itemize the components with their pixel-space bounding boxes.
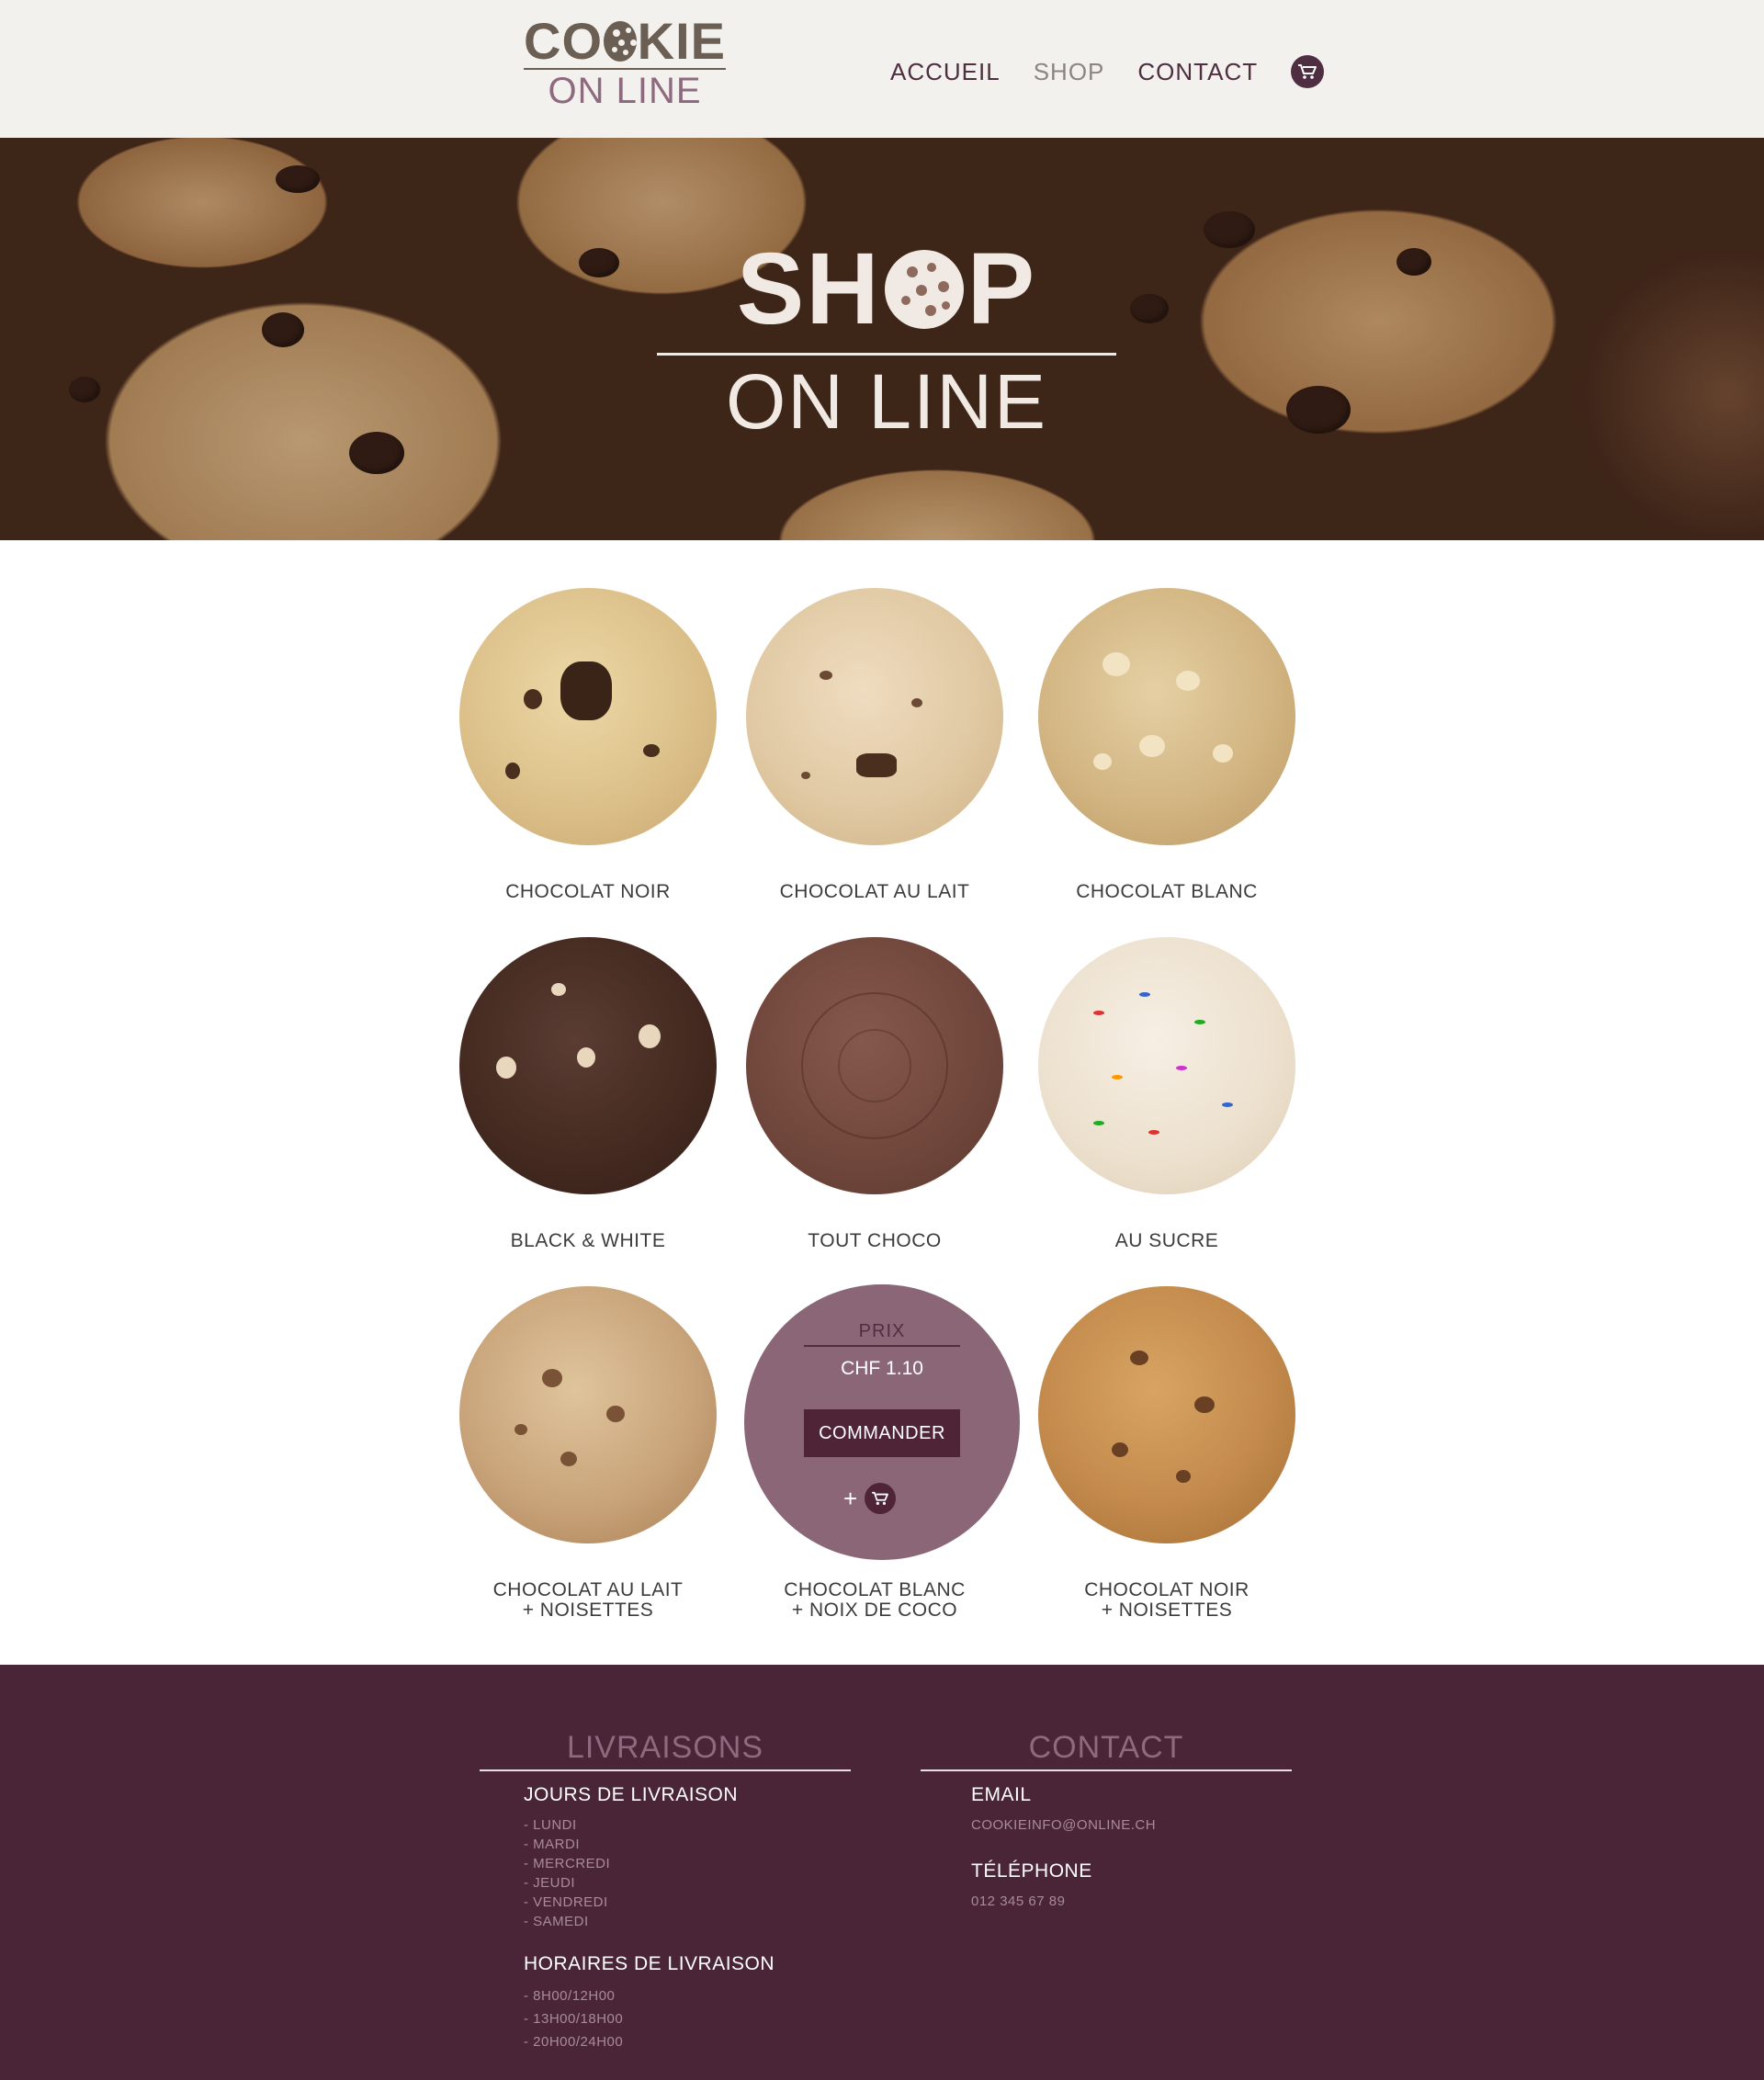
email-link[interactable]: COOKIEINFO@ONLINE.CH xyxy=(971,1817,1292,1833)
chocolate-chip xyxy=(69,377,100,402)
product-card[interactable]: CHOCOLAT AU LAIT + NOISETTES xyxy=(436,1268,740,1621)
price-overlay: PRIX CHF 1.10 COMMANDER + xyxy=(744,1284,1020,1560)
list-item: - MERCREDI xyxy=(524,1856,611,1871)
delivery-hours-list: - 8H00/12H00 - 13H00/18H00 - 20H00/24H00 xyxy=(524,1984,851,2053)
product-card[interactable]: TOUT CHOCO xyxy=(723,919,1026,1268)
product-name: CHOCOLAT NOIR + NOISETTES xyxy=(1015,1580,1318,1621)
footer-divider xyxy=(480,1769,851,1771)
product-card[interactable]: BLACK & WHITE xyxy=(436,919,740,1268)
list-item: - 20H00/24H00 xyxy=(524,2034,624,2050)
product-name: CHOCOLAT BLANC + NOIX DE COCO xyxy=(723,1580,1026,1621)
price-value: CHF 1.10 xyxy=(841,1358,923,1379)
logo-text-left: CO xyxy=(524,12,603,70)
order-button[interactable]: COMMANDER xyxy=(804,1409,960,1457)
hero-subtitle: ON LINE xyxy=(725,358,1048,445)
chocolate-chip xyxy=(262,312,304,347)
product-image-cookie[interactable] xyxy=(1038,1286,1295,1543)
product-card[interactable]: CHOCOLAT NOIR + NOISETTES xyxy=(1015,1268,1318,1621)
product-name-main: CHOCOLAT BLANC xyxy=(1076,881,1258,902)
product-card[interactable]: CHOCOLAT NOIR xyxy=(436,570,740,919)
logo-wordmark: CO KIE xyxy=(524,12,726,70)
list-item: - JEUDI xyxy=(524,1875,575,1891)
hero-shop-word: SH P xyxy=(657,239,1116,340)
footer-livraisons: LIVRAISONS JOURS DE LIVRAISON - LUNDI - … xyxy=(480,1665,851,2053)
footer-livraisons-title: LIVRAISONS xyxy=(566,1730,764,1765)
site-logo[interactable]: CO KIE ON LINE xyxy=(524,12,726,112)
email-heading: EMAIL xyxy=(971,1784,1032,1805)
chocolate-chip xyxy=(1130,294,1169,323)
nav-contact[interactable]: CONTACT xyxy=(1137,58,1258,86)
product-name: CHOCOLAT NOIR xyxy=(436,882,740,902)
delivery-days-heading: JOURS DE LIVRAISON xyxy=(524,1784,739,1805)
delivery-days-list: - LUNDI - MARDI - MERCREDI - JEUDI - VEN… xyxy=(524,1815,851,1931)
logo-subtitle: ON LINE xyxy=(548,71,702,111)
hero-title-left: SH xyxy=(736,232,881,345)
list-item: - LUNDI xyxy=(524,1817,577,1833)
hero-cookie-icon xyxy=(884,250,964,329)
chocolate-chip xyxy=(1204,211,1255,248)
add-to-cart-button[interactable]: + xyxy=(843,1483,897,1514)
chocolate-chip xyxy=(1396,248,1431,276)
product-name: CHOCOLAT AU LAIT + NOISETTES xyxy=(436,1580,740,1621)
price-label: PRIX xyxy=(858,1321,906,1341)
product-name: TOUT CHOCO xyxy=(723,1231,1026,1251)
site-footer: LIVRAISONS JOURS DE LIVRAISON - LUNDI - … xyxy=(0,1665,1764,2080)
price-divider xyxy=(804,1345,960,1347)
product-image-cookie[interactable] xyxy=(459,588,717,845)
chocolate-chip xyxy=(579,248,619,277)
hero-title-right: P xyxy=(967,232,1037,345)
logo-text-right: KIE xyxy=(637,12,726,70)
product-card[interactable]: AU SUCRE xyxy=(1015,919,1318,1268)
hero-banner: SH P ON LINE xyxy=(0,138,1764,540)
product-name: BLACK & WHITE xyxy=(436,1231,740,1251)
cart-icon[interactable] xyxy=(1291,55,1325,88)
product-grid: CHOCOLAT NOIR CHOCOLAT AU LAIT CHOCOLAT … xyxy=(436,570,1328,1645)
delivery-hours-heading: HORAIRES DE LIVRAISON xyxy=(524,1953,775,1974)
main-nav: ACCUEIL SHOP CONTACT xyxy=(890,53,1325,90)
product-image-cookie[interactable] xyxy=(1038,937,1295,1194)
product-name: AU SUCRE xyxy=(1015,1231,1318,1251)
product-name-main: TOUT CHOCO xyxy=(808,1230,942,1251)
footer-divider xyxy=(921,1769,1292,1771)
footer-contact: CONTACT EMAIL COOKIEINFO@ONLINE.CH TÉLÉP… xyxy=(921,1665,1292,1909)
phone-number[interactable]: 012 345 67 89 xyxy=(971,1893,1292,1909)
list-item: - 13H00/18H00 xyxy=(524,2011,624,2027)
product-name-main: AU SUCRE xyxy=(1114,1230,1219,1251)
product-card[interactable]: CHOCOLAT AU LAIT xyxy=(723,570,1026,919)
plus-icon: + xyxy=(843,1485,858,1512)
product-name-main: CHOCOLAT NOIR xyxy=(1084,1579,1250,1600)
product-name-sub: + NOISETTES xyxy=(522,1600,654,1621)
product-image-cookie[interactable] xyxy=(459,937,717,1194)
product-name-sub: + NOIX DE COCO xyxy=(791,1600,958,1621)
product-name-main: CHOCOLAT BLANC xyxy=(784,1579,966,1600)
nav-accueil[interactable]: ACCUEIL xyxy=(890,58,1001,86)
chocolate-chip xyxy=(1286,386,1351,434)
product-image-cookie[interactable] xyxy=(1038,588,1295,845)
product-name: CHOCOLAT AU LAIT xyxy=(723,882,1026,902)
product-name-main: CHOCOLAT AU LAIT xyxy=(779,881,970,902)
list-item: - 8H00/12H00 xyxy=(524,1988,616,2004)
logo-cookie-icon xyxy=(604,21,637,62)
site-header: CO KIE ON LINE ACCUEIL SHOP CONTACT xyxy=(0,0,1764,138)
product-name-main: CHOCOLAT AU LAIT xyxy=(492,1579,684,1600)
nav-shop[interactable]: SHOP xyxy=(1034,58,1105,86)
list-item: - SAMEDI xyxy=(524,1914,589,1929)
product-name-main: CHOCOLAT NOIR xyxy=(505,881,671,902)
product-name: CHOCOLAT BLANC xyxy=(1015,882,1318,902)
product-name-sub: + NOISETTES xyxy=(1101,1600,1233,1621)
cart-icon xyxy=(865,1483,897,1514)
list-item: - VENDREDI xyxy=(524,1894,608,1910)
list-item: - MARDI xyxy=(524,1837,580,1852)
product-image-cookie[interactable] xyxy=(746,937,1003,1194)
hero-title: SH P ON LINE xyxy=(657,239,1116,459)
product-name-main: BLACK & WHITE xyxy=(510,1230,666,1251)
footer-contact-title: CONTACT xyxy=(1028,1730,1184,1765)
phone-heading: TÉLÉPHONE xyxy=(971,1860,1092,1882)
chocolate-chip xyxy=(276,165,320,193)
product-image-cookie[interactable] xyxy=(459,1286,717,1543)
product-image-cookie[interactable] xyxy=(746,588,1003,845)
chocolate-chip xyxy=(349,432,404,474)
product-card[interactable]: CHOCOLAT BLANC xyxy=(1015,570,1318,919)
